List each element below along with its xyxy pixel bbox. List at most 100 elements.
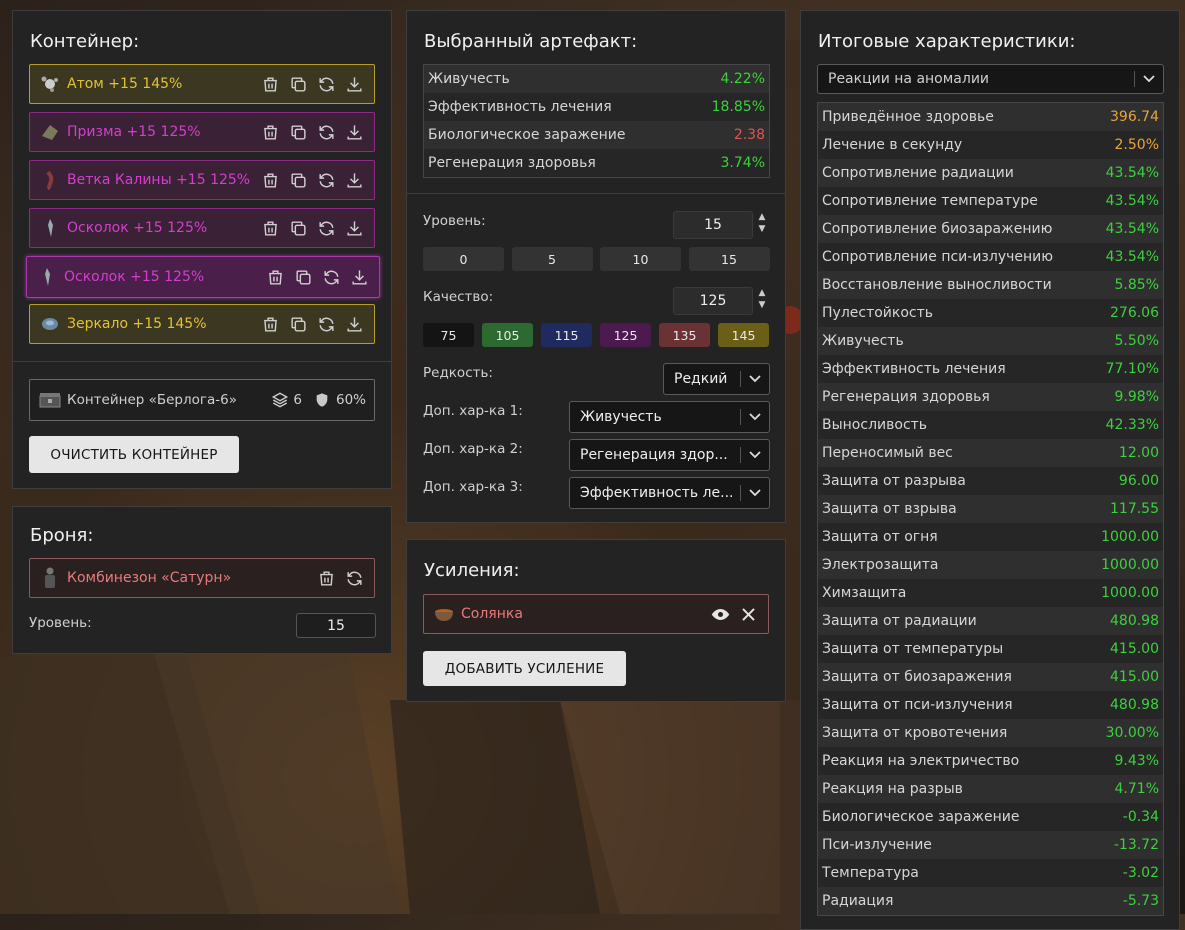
artifact-stats-table: Живучесть 4.22% Эффективность лечения 18.85… xyxy=(423,64,770,178)
stat-name: Температура xyxy=(822,865,919,881)
atom-icon xyxy=(39,73,61,95)
stat-row: Защита от пси-излучения 480.98 xyxy=(818,691,1163,719)
stat-value: 43.54% xyxy=(1105,249,1159,265)
clear-container-button[interactable]: ОЧИСТИТЬ КОНТЕЙНЕР xyxy=(29,436,239,473)
download-icon[interactable] xyxy=(345,123,364,142)
extra3-label: Доп. хар-ка 3: xyxy=(423,479,523,495)
trash-icon[interactable] xyxy=(261,123,280,142)
stat-row: Защита от температуры 415.00 xyxy=(818,635,1163,663)
armor-item[interactable]: Комбинезон «Сатурн» xyxy=(29,558,375,598)
stat-value: -5.73 xyxy=(1122,893,1159,909)
boost-item-label: Солянка xyxy=(461,606,523,622)
artifact-level-spinner[interactable]: ▲ ▼ xyxy=(755,211,769,235)
artifact-level-input[interactable]: 15 xyxy=(673,211,753,239)
copy-icon[interactable] xyxy=(289,75,308,94)
container-item-label: Зеркало +15 145% xyxy=(67,316,207,332)
swap-icon[interactable] xyxy=(345,569,364,588)
extra1-label: Доп. хар-ка 1: xyxy=(423,403,523,419)
container-item[interactable]: Атом +15 145% xyxy=(29,64,375,104)
download-icon[interactable] xyxy=(345,75,364,94)
swap-icon[interactable] xyxy=(317,171,336,190)
copy-icon[interactable] xyxy=(289,315,308,334)
extra1-value: Живучесть xyxy=(580,409,662,425)
stat-value: 43.54% xyxy=(1105,221,1159,237)
quality-preset-button[interactable]: 115 xyxy=(541,323,592,347)
stat-value: 2.50% xyxy=(1114,137,1159,153)
container-item[interactable]: Осколок +15 125% xyxy=(29,208,375,248)
swap-icon[interactable] xyxy=(317,123,336,142)
stat-value: 396.74 xyxy=(1110,109,1159,125)
container-item[interactable]: Зеркало +15 145% xyxy=(29,304,375,344)
quality-preset-button[interactable]: 75 xyxy=(423,323,474,347)
download-icon[interactable] xyxy=(350,268,369,287)
add-boost-button[interactable]: ДОБАВИТЬ УСИЛЕНИЕ xyxy=(423,651,626,686)
boost-item[interactable]: Солянка xyxy=(423,594,769,634)
level-preset-button[interactable]: 5 xyxy=(511,247,593,271)
swap-icon[interactable] xyxy=(322,268,341,287)
stat-value: 5.85% xyxy=(1114,277,1159,293)
eye-icon[interactable] xyxy=(711,605,730,624)
stat-row: Выносливость 42.33% xyxy=(818,411,1163,439)
trash-icon[interactable] xyxy=(261,171,280,190)
level-preset-button[interactable]: 15 xyxy=(688,247,770,271)
extra1-select[interactable]: Живучесть xyxy=(569,401,770,433)
stat-row: Защита от кровотечения 30.00% xyxy=(818,719,1163,747)
swap-icon[interactable] xyxy=(317,315,336,334)
stat-row: Пси-излучение -13.72 xyxy=(818,831,1163,859)
stat-value: 415.00 xyxy=(1110,641,1159,657)
level-preset-button[interactable]: 0 xyxy=(423,247,504,271)
branch-icon xyxy=(39,169,61,191)
trash-icon[interactable] xyxy=(261,315,280,334)
chevron-down-icon xyxy=(741,375,769,383)
stat-name: Защита от температуры xyxy=(822,641,1004,657)
stat-name: Реакция на разрыв xyxy=(822,781,963,797)
container-item[interactable]: Осколок +15 125% xyxy=(26,256,380,298)
artifact-quality-spinner[interactable]: ▲ ▼ xyxy=(755,287,769,311)
copy-icon[interactable] xyxy=(289,171,308,190)
stat-value: 1000.00 xyxy=(1101,529,1159,545)
armor-level-label: Уровень: xyxy=(29,615,92,631)
quality-preset-button[interactable]: 145 xyxy=(718,323,769,347)
container-info[interactable]: Контейнер «Берлога-6» 6 60% xyxy=(29,379,375,421)
armor-level-input[interactable]: 15 xyxy=(296,613,376,638)
layers-icon xyxy=(271,391,289,409)
trash-icon[interactable] xyxy=(317,569,336,588)
extra3-value: Эффективность ле... xyxy=(580,485,734,501)
level-preset-button[interactable]: 10 xyxy=(600,247,681,271)
container-item[interactable]: Ветка Калины +15 125% xyxy=(29,160,375,200)
stat-row: Защита от радиации 480.98 xyxy=(818,607,1163,635)
chevron-down-icon xyxy=(741,451,769,459)
quality-preset-button[interactable]: 105 xyxy=(482,323,533,347)
stat-row: Приведённое здоровье 396.74 xyxy=(818,103,1163,131)
trash-icon[interactable] xyxy=(261,219,280,238)
copy-icon[interactable] xyxy=(289,123,308,142)
extra3-select[interactable]: Эффективность ле... xyxy=(569,477,770,509)
container-item-label: Атом +15 145% xyxy=(67,76,183,92)
artifact-quality-input[interactable]: 125 xyxy=(673,287,753,315)
stat-value: 2.38 xyxy=(733,127,765,143)
trash-icon[interactable] xyxy=(261,75,280,94)
stat-row: Регенерация здоровья 9.98% xyxy=(818,383,1163,411)
download-icon[interactable] xyxy=(345,171,364,190)
download-icon[interactable] xyxy=(345,219,364,238)
copy-icon[interactable] xyxy=(289,219,308,238)
download-icon[interactable] xyxy=(345,315,364,334)
quality-preset-button[interactable]: 135 xyxy=(659,323,710,347)
close-icon[interactable] xyxy=(739,605,758,624)
stat-row: Электрозащита 1000.00 xyxy=(818,551,1163,579)
extra2-select[interactable]: Регенерация здор... xyxy=(569,439,770,471)
swap-icon[interactable] xyxy=(317,75,336,94)
stat-value: 4.22% xyxy=(720,71,765,87)
stat-row: Защита от разрыва 96.00 xyxy=(818,467,1163,495)
stat-name: Электрозащита xyxy=(822,557,939,573)
rarity-select[interactable]: Редкий xyxy=(663,363,770,395)
container-item[interactable]: Призма +15 125% xyxy=(29,112,375,152)
stat-row: Эффективность лечения 18.85% xyxy=(424,93,769,121)
stat-name: Регенерация здоровья xyxy=(428,155,596,171)
totals-filter-select[interactable]: Реакции на аномалии xyxy=(817,64,1164,94)
swap-icon[interactable] xyxy=(317,219,336,238)
copy-icon[interactable] xyxy=(294,268,313,287)
quality-preset-button[interactable]: 125 xyxy=(600,323,651,347)
trash-icon[interactable] xyxy=(266,268,285,287)
stat-value: -13.72 xyxy=(1113,837,1159,853)
